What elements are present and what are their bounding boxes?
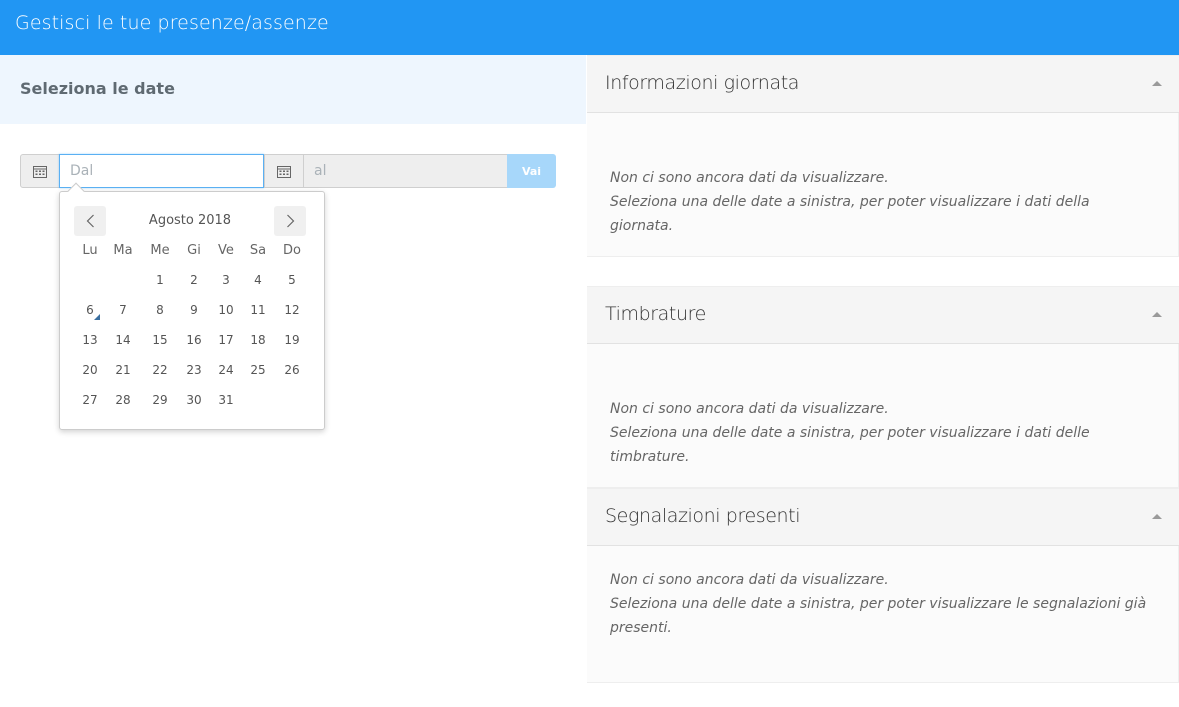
calendar-day[interactable]: 8 bbox=[145, 299, 175, 321]
calendar-day[interactable]: 14 bbox=[108, 329, 138, 351]
panel-header[interactable]: Informazioni giornata bbox=[587, 56, 1179, 113]
date-range-row: Vai bbox=[20, 154, 556, 188]
calendar-icon[interactable] bbox=[264, 154, 304, 188]
calendar-day[interactable]: 30 bbox=[179, 389, 209, 411]
calendar-day[interactable]: 19 bbox=[277, 329, 307, 351]
month-label: Agosto 2018 bbox=[148, 213, 232, 228]
date-to-input[interactable] bbox=[303, 154, 508, 188]
collapse-caret-icon[interactable] bbox=[1152, 312, 1162, 317]
weekday-header: Lu bbox=[82, 243, 98, 258]
clockings-panel: Timbrature Non ci sono ancora dati da vi… bbox=[587, 286, 1179, 488]
collapse-caret-icon[interactable] bbox=[1152, 81, 1162, 86]
calendar-day[interactable]: 21 bbox=[108, 359, 138, 381]
next-month-button[interactable] bbox=[274, 206, 306, 236]
calendar-day[interactable]: 28 bbox=[108, 389, 138, 411]
previous-month-button[interactable] bbox=[74, 206, 106, 236]
empty-state-line: Non ci sono ancora dati da visualizzare. bbox=[610, 401, 889, 417]
calendar-day[interactable]: 16 bbox=[179, 329, 209, 351]
date-selection-header: Seleziona le date bbox=[0, 55, 586, 124]
weekday-header: Gi bbox=[187, 243, 201, 258]
weekday-header: Sa bbox=[249, 243, 267, 258]
calendar-day[interactable]: 4 bbox=[243, 269, 273, 291]
calendar-day[interactable]: 5 bbox=[277, 269, 307, 291]
calendar-day[interactable]: 26 bbox=[277, 359, 307, 381]
calendar-day[interactable]: 22 bbox=[145, 359, 175, 381]
weekday-header: Ve bbox=[218, 243, 234, 258]
calendar-day[interactable]: 27 bbox=[75, 389, 105, 411]
go-button[interactable]: Vai bbox=[507, 154, 556, 188]
page-title: Gestisci le tue presenze/assenze bbox=[15, 12, 329, 34]
panel-message: Non ci sono ancora dati da visualizzare.… bbox=[610, 568, 1155, 640]
panel-title: Informazioni giornata bbox=[605, 72, 799, 94]
empty-state-line: Non ci sono ancora dati da visualizzare. bbox=[610, 170, 889, 186]
calendar-day[interactable]: 13 bbox=[75, 329, 105, 351]
empty-state-line: Non ci sono ancora dati da visualizzare. bbox=[610, 572, 889, 588]
chevron-left-icon bbox=[86, 214, 94, 228]
panel-header[interactable]: Segnalazioni presenti bbox=[587, 489, 1179, 546]
calendar-day[interactable]: 1 bbox=[145, 269, 175, 291]
calendar-day[interactable]: 3 bbox=[211, 269, 241, 291]
empty-state-hint: Seleziona una delle date a sinistra, per… bbox=[610, 596, 1147, 636]
panel-title: Timbrature bbox=[605, 303, 706, 325]
calendar-day[interactable]: 17 bbox=[211, 329, 241, 351]
today-indicator bbox=[94, 314, 100, 320]
calendar-day[interactable]: 12 bbox=[277, 299, 307, 321]
weekday-header: Do bbox=[283, 243, 301, 258]
empty-state-hint: Seleziona una delle date a sinistra, per… bbox=[610, 194, 1090, 234]
date-selection-heading: Seleziona le date bbox=[20, 79, 175, 98]
panel-message: Non ci sono ancora dati da visualizzare.… bbox=[610, 166, 1155, 238]
app-header: Gestisci le tue presenze/assenze bbox=[0, 0, 1179, 55]
date-from-input[interactable] bbox=[59, 154, 264, 188]
calendar-day[interactable]: 29 bbox=[145, 389, 175, 411]
calendar-day[interactable]: 20 bbox=[75, 359, 105, 381]
panel-header[interactable]: Timbrature bbox=[587, 287, 1179, 344]
calendar-day[interactable]: 25 bbox=[243, 359, 273, 381]
calendar-icon[interactable] bbox=[20, 154, 60, 188]
calendar-day[interactable]: 23 bbox=[179, 359, 209, 381]
calendar-day[interactable]: 7 bbox=[108, 299, 138, 321]
calendar-day[interactable]: 10 bbox=[211, 299, 241, 321]
calendar-day[interactable]: 6 bbox=[75, 299, 105, 321]
calendar-day[interactable]: 9 bbox=[179, 299, 209, 321]
weekday-header: Ma bbox=[113, 243, 133, 258]
collapse-caret-icon[interactable] bbox=[1152, 514, 1162, 519]
calendar-day[interactable]: 11 bbox=[243, 299, 273, 321]
calendar-day[interactable]: 24 bbox=[211, 359, 241, 381]
reports-panel: Segnalazioni presenti Non ci sono ancora… bbox=[587, 488, 1179, 683]
datepicker-popup: Agosto 2018 Lu Ma Me Gi Ve Sa Do 1 2 3 4 5 6 7 8 9 10 11 1… bbox=[59, 182, 325, 430]
calendar-day[interactable]: 15 bbox=[145, 329, 175, 351]
panel-message: Non ci sono ancora dati da visualizzare.… bbox=[610, 397, 1155, 469]
calendar-day[interactable]: 18 bbox=[243, 329, 273, 351]
chevron-right-icon bbox=[286, 214, 294, 228]
calendar-day[interactable]: 2 bbox=[179, 269, 209, 291]
panel-title: Segnalazioni presenti bbox=[605, 505, 801, 527]
day-info-panel: Informazioni giornata Non ci sono ancora… bbox=[587, 55, 1179, 257]
calendar-day[interactable]: 31 bbox=[211, 389, 241, 411]
weekday-header: Me bbox=[150, 243, 170, 258]
empty-state-hint: Seleziona una delle date a sinistra, per… bbox=[610, 425, 1090, 465]
